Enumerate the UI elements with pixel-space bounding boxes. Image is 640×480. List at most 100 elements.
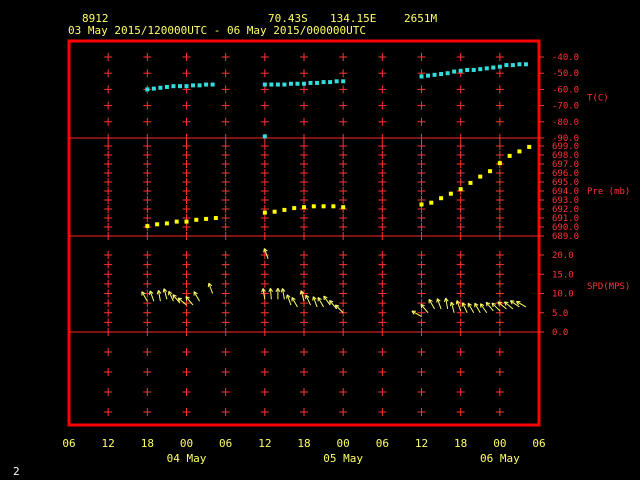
pressure-point	[292, 206, 297, 211]
x-tick-label: 06	[532, 437, 545, 450]
temp-point	[523, 62, 528, 67]
temp-point	[158, 85, 163, 90]
temp-point	[302, 81, 306, 86]
y-tick-label: 689.0	[552, 232, 579, 242]
x-tick-label: 06	[62, 437, 75, 450]
temp-point	[471, 67, 476, 72]
wind-arrow	[156, 290, 162, 302]
wind-arrow	[443, 297, 449, 309]
temp-point	[341, 79, 346, 84]
pressure-point	[448, 191, 453, 196]
pressure-point	[155, 222, 160, 227]
wind-series	[141, 248, 527, 318]
x-tick-label: 12	[415, 437, 428, 450]
temp-point	[491, 65, 496, 70]
wind-arrow	[449, 301, 455, 313]
temp-point	[504, 63, 509, 68]
temp-point	[177, 84, 182, 89]
temp-point	[269, 82, 274, 87]
y-tick-label: -80.0	[552, 118, 579, 128]
wind-arrow	[474, 302, 481, 314]
pressure-point	[331, 204, 336, 209]
wind-arrow	[428, 298, 435, 310]
pressure-point	[272, 209, 277, 214]
temp-point	[510, 63, 515, 68]
wind-arrow	[280, 288, 286, 300]
pressure-point	[194, 217, 199, 222]
y-tick-label: 15.0	[552, 270, 574, 280]
x-tick-label: 12	[102, 437, 115, 450]
x-tick-label: 18	[297, 437, 310, 450]
pressure-point	[302, 205, 306, 210]
temp-point	[275, 82, 280, 87]
temp-point	[465, 67, 470, 72]
temp-point	[262, 82, 267, 87]
temp-point	[458, 68, 463, 73]
temp-point	[315, 80, 320, 85]
pressure-point	[497, 161, 502, 166]
temp-point	[419, 74, 424, 79]
wind-arrow	[177, 297, 187, 306]
y-axis-title-temperature: T(C)	[587, 94, 609, 104]
y-tick-label: -50.0	[552, 69, 579, 79]
wind-arrow	[149, 290, 155, 302]
pressure-point	[262, 210, 267, 215]
wind-arrow	[467, 302, 475, 314]
pressure-point	[478, 174, 483, 179]
temp-point	[191, 83, 196, 88]
pressure-point	[341, 205, 346, 210]
temp-point	[262, 134, 267, 139]
temp-point	[497, 64, 502, 69]
wind-arrow	[479, 303, 488, 314]
y-tick-label: 5.0	[552, 309, 568, 319]
temp-point	[445, 71, 450, 76]
wind-arrow	[162, 288, 168, 300]
temp-point	[334, 79, 339, 84]
y-tick-label: 0.0	[552, 328, 568, 338]
temp-point	[452, 69, 457, 74]
pressure-point	[282, 207, 287, 212]
temp-point	[295, 81, 300, 86]
wind-arrow	[207, 282, 214, 294]
wind-arrow	[185, 296, 194, 306]
wind-arrow	[317, 297, 325, 308]
temp-point	[184, 84, 189, 89]
wind-arrow	[323, 295, 331, 306]
temp-point	[151, 86, 156, 91]
wind-arrow	[436, 298, 442, 310]
temp-point	[426, 73, 431, 78]
y-tick-label: -70.0	[552, 102, 579, 112]
wind-arrow	[455, 300, 462, 311]
temp-point	[210, 82, 215, 87]
pressure-point	[419, 202, 424, 207]
x-tick-label: 12	[258, 437, 271, 450]
page-number: 2	[13, 465, 20, 478]
temp-point	[308, 80, 313, 85]
x-date-label: 04 May	[167, 452, 207, 465]
temperature-series	[145, 62, 528, 139]
x-tick-label: 18	[141, 437, 154, 450]
pressure-point	[184, 219, 189, 224]
temp-point	[164, 84, 169, 89]
y-tick-label: -40.0	[552, 53, 579, 63]
x-tick-label: 00	[493, 437, 506, 450]
x-date-label: 05 May	[323, 452, 363, 465]
pressure-point	[468, 180, 473, 185]
temp-point	[197, 83, 202, 88]
time-range: 03 May 2015/120000UTC - 06 May 2015/0000…	[68, 24, 366, 37]
temp-point	[321, 80, 326, 85]
temp-point	[288, 81, 293, 86]
pressure-point	[517, 149, 522, 154]
x-tick-label: 06	[376, 437, 389, 450]
x-date-label: 06 May	[480, 452, 520, 465]
x-tick-label: 18	[454, 437, 467, 450]
y-tick-label: 20.0	[552, 251, 574, 261]
pressure-point	[507, 153, 512, 158]
pressure-point	[429, 200, 434, 205]
x-tick-label: 00	[180, 437, 193, 450]
temp-point	[204, 82, 209, 87]
wind-arrow	[291, 297, 298, 308]
temp-point	[328, 80, 333, 85]
wind-arrow	[420, 303, 429, 314]
wind-arrow	[268, 288, 274, 300]
